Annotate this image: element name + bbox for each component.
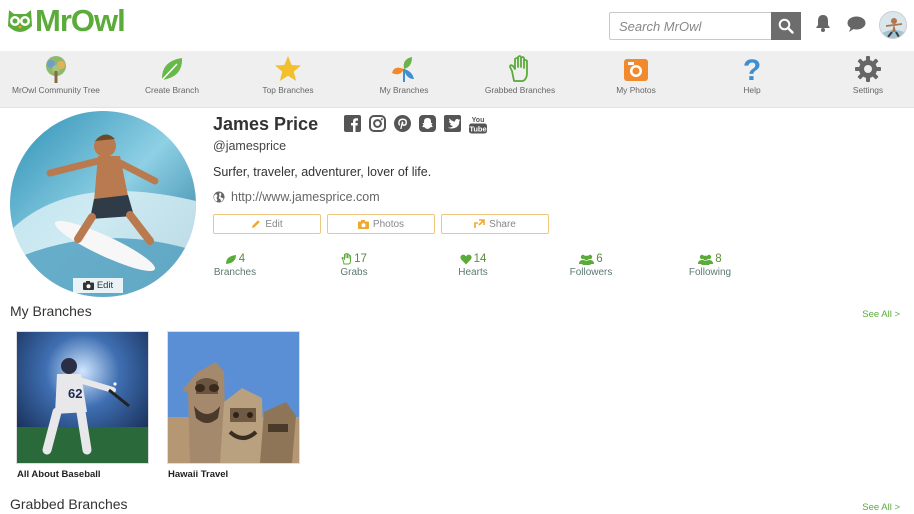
camera-icon	[624, 59, 648, 81]
edit-label: Edit	[265, 218, 283, 230]
social-links: You Tube	[344, 115, 487, 135]
stat-label: Hearts	[458, 267, 488, 278]
tiki-statues-image	[168, 332, 299, 463]
my-branches-see-all[interactable]: See All >	[862, 309, 900, 320]
stat-label: Grabs	[340, 267, 368, 278]
brand-name: MrOwl	[35, 3, 126, 38]
grabbed-branches-title: Grabbed Branches	[10, 496, 128, 512]
stat-value: 4	[238, 253, 246, 265]
nav-top-branches[interactable]: Top Branches	[233, 51, 343, 107]
nav-label: Top Branches	[262, 85, 314, 95]
instagram-icon[interactable]	[369, 115, 386, 132]
jersey-number: 62	[68, 386, 82, 401]
avatar-surfer-image	[880, 12, 906, 38]
tree-icon	[46, 56, 66, 83]
search-icon	[778, 18, 794, 34]
stat-following[interactable]: 8 Following	[680, 253, 740, 278]
nav-label: Grabbed Branches	[484, 85, 556, 95]
top-bar: MrOwl	[0, 0, 914, 50]
stat-value: 14	[473, 253, 487, 265]
stat-label: Branches	[213, 267, 257, 278]
mrowl-logo[interactable]: MrOwl	[6, 3, 126, 38]
nav-create-branch[interactable]: Create Branch	[117, 51, 227, 107]
hand-icon	[509, 55, 528, 82]
star-icon	[275, 56, 301, 81]
nav-label: My Branches	[379, 85, 429, 95]
camera-icon	[82, 281, 94, 290]
my-branches-title: My Branches	[10, 303, 92, 319]
profile-bio: Surfer, traveler, adventurer, lover of l…	[213, 165, 432, 179]
gear-icon	[855, 56, 881, 82]
svg-text:Tube: Tube	[469, 125, 486, 134]
pinterest-icon[interactable]	[394, 115, 411, 132]
branches-icon	[392, 57, 414, 82]
camera-icon	[357, 219, 369, 229]
stat-value: 6	[596, 253, 603, 265]
grabbed-branches-see-all[interactable]: See All >	[862, 502, 900, 513]
profile-handle: @jamesprice	[213, 139, 287, 153]
question-icon: ?	[743, 55, 761, 85]
globe-icon	[213, 191, 225, 203]
leaf-icon	[161, 58, 183, 81]
stat-value: 8	[715, 253, 722, 265]
stat-grabs[interactable]: 17 Grabs	[324, 253, 384, 278]
branch-tile-hawaii[interactable]	[167, 331, 300, 464]
stat-value: 17	[354, 253, 367, 265]
nav-community-tree[interactable]: MrOwl Community Tree	[1, 51, 111, 107]
photos-label: Photos	[372, 218, 405, 230]
branch-caption[interactable]: Hawaii Travel	[168, 469, 228, 480]
share-icon	[474, 219, 485, 228]
hand-icon	[341, 253, 352, 265]
baseball-player-image: 62	[17, 332, 148, 463]
photo-edit-button[interactable]: Edit	[73, 278, 123, 293]
photo-edit-label: Edit	[96, 280, 114, 291]
stat-hearts[interactable]: 14 Hearts	[443, 253, 503, 278]
nav-grabbed-branches[interactable]: Grabbed Branches	[465, 51, 575, 107]
nav-my-photos[interactable]: My Photos	[581, 51, 691, 107]
surfer-photo-image	[10, 111, 196, 297]
nav-my-branches[interactable]: My Branches	[349, 51, 459, 107]
chat-icon[interactable]	[847, 16, 866, 32]
search-box	[609, 12, 801, 40]
main-nav: MrOwl Community Tree Create Branch Top B…	[0, 51, 914, 108]
profile-name: James Price	[213, 114, 319, 134]
nav-label: Settings	[852, 85, 884, 95]
nav-settings[interactable]: Settings	[813, 51, 914, 107]
nav-label: MrOwl Community Tree	[12, 85, 100, 95]
photos-button[interactable]: Photos	[327, 214, 435, 234]
leaf-icon	[225, 254, 236, 264]
profile-website[interactable]: http://www.jamesprice.com	[213, 190, 380, 204]
snapchat-icon[interactable]	[419, 115, 436, 132]
profile-photo[interactable]	[10, 111, 196, 297]
youtube-icon[interactable]: YouTube	[469, 115, 487, 135]
user-avatar[interactable]	[879, 11, 907, 39]
facebook-icon[interactable]	[344, 115, 361, 132]
search-input[interactable]	[610, 13, 770, 39]
nav-label: My Photos	[616, 85, 656, 95]
pencil-icon	[252, 220, 261, 228]
branch-tile-baseball[interactable]: 62	[16, 331, 149, 464]
owl-logo-icon	[8, 10, 32, 32]
svg-text:You: You	[472, 117, 485, 124]
stat-followers[interactable]: 6 Followers	[561, 253, 621, 278]
svg-text:?: ?	[743, 55, 761, 85]
branch-caption[interactable]: All About Baseball	[17, 469, 101, 480]
search-button[interactable]	[771, 12, 801, 40]
heart-icon	[460, 254, 472, 264]
bell-icon[interactable]	[815, 14, 831, 32]
twitter-icon[interactable]	[444, 115, 461, 132]
users-icon	[698, 254, 714, 265]
website-link[interactable]: http://www.jamesprice.com	[231, 190, 380, 204]
share-label: Share	[489, 218, 516, 230]
share-button[interactable]: Share	[441, 214, 549, 234]
nav-label: Create Branch	[145, 85, 199, 95]
stat-label: Followers	[569, 267, 613, 278]
nav-help[interactable]: ? Help	[697, 51, 807, 107]
edit-profile-button[interactable]: Edit	[213, 214, 321, 234]
nav-label: Help	[743, 85, 761, 95]
stat-label: Following	[688, 267, 732, 278]
stat-branches[interactable]: 4 Branches	[205, 253, 265, 278]
users-icon	[579, 254, 595, 265]
